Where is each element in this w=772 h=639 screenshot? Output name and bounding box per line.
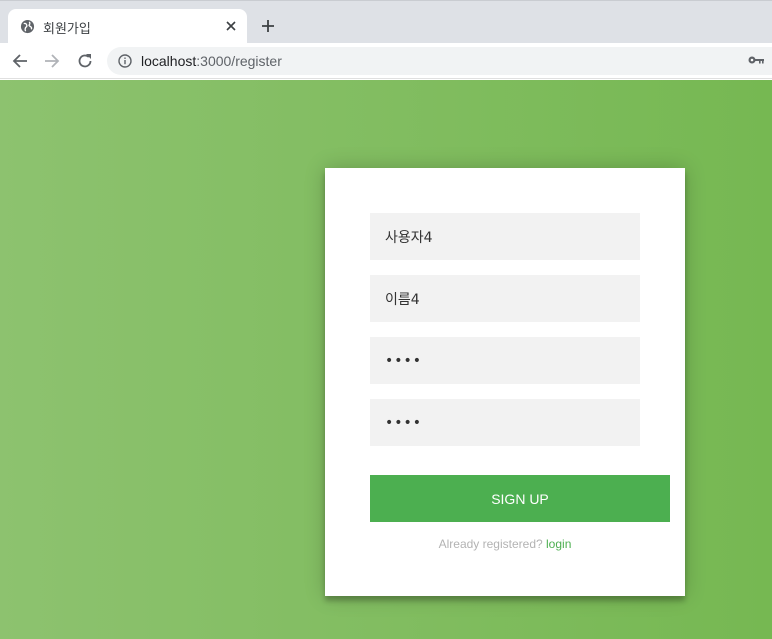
new-tab-icon[interactable] xyxy=(261,19,275,33)
tab-strip: 회원가입 xyxy=(0,0,772,44)
password-field[interactable] xyxy=(370,337,640,384)
browser-toolbar: localhost:3000/register xyxy=(0,43,772,79)
name-field[interactable] xyxy=(370,275,640,322)
login-message: Already registered? login xyxy=(370,537,640,551)
login-link[interactable]: login xyxy=(546,537,571,551)
page-background: SIGN UP Already registered? login xyxy=(0,80,772,639)
username-field[interactable] xyxy=(370,213,640,260)
reload-icon[interactable] xyxy=(76,52,94,70)
password-confirm-field[interactable] xyxy=(370,399,640,446)
globe-icon xyxy=(20,19,35,34)
forward-arrow-icon[interactable] xyxy=(43,52,61,70)
tab-title: 회원가입 xyxy=(43,22,91,37)
url-host: localhost xyxy=(141,53,197,69)
message-text: Already registered? xyxy=(438,537,543,551)
register-form: SIGN UP Already registered? login xyxy=(325,168,685,596)
key-icon[interactable] xyxy=(748,55,764,65)
browser-tab[interactable]: 회원가입 xyxy=(8,9,247,44)
address-bar[interactable]: localhost:3000/register xyxy=(107,47,772,75)
close-tab-icon[interactable] xyxy=(225,20,237,32)
sign-up-button[interactable]: SIGN UP xyxy=(370,475,670,522)
url-path: :3000/register xyxy=(196,53,282,69)
back-arrow-icon[interactable] xyxy=(11,52,29,70)
url-text: localhost:3000/register xyxy=(141,53,282,69)
info-icon[interactable] xyxy=(118,54,132,68)
